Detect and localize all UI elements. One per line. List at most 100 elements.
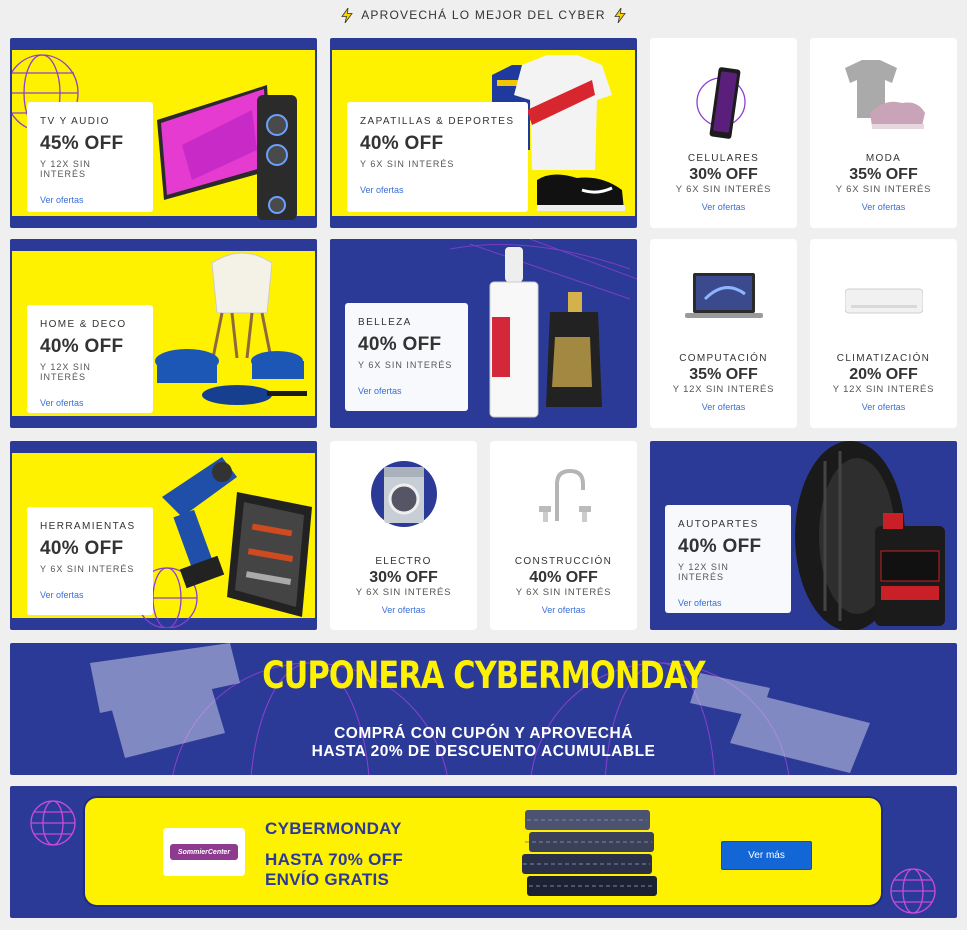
ver-ofertas-link[interactable]: Ver ofertas (542, 605, 586, 615)
installments-label: Y 12X SIN INTERÉS (678, 562, 729, 582)
discount-label: 35% OFF (849, 166, 918, 183)
faucet-image (539, 468, 591, 522)
installments-label: Y 12X SIN INTERÉS (40, 362, 91, 382)
discount-label: 20% OFF (849, 366, 918, 383)
promo-infobox: BELLEZA 40% OFF Y 6X SIN INTERÉS Ver ofe… (345, 303, 468, 411)
cuponera-line-2: HASTA 20% DE DESCUENTO ACUMULABLE (311, 743, 656, 760)
promo-content: ELECTRO 30% OFF Y 6X SIN INTERÉS Ver ofe… (330, 556, 477, 618)
ver-ofertas-link[interactable]: Ver ofertas (862, 402, 906, 412)
laptop-image (685, 273, 763, 318)
cuponera-title: CUPONERA CYBERMONDAY (262, 654, 705, 697)
cuponera-banner[interactable]: CUPONERA CYBERMONDAY COMPRÁ CON CUPÓN Y … (10, 643, 957, 775)
promo-card-belleza[interactable]: BELLEZA 40% OFF Y 6X SIN INTERÉS Ver ofe… (330, 239, 637, 428)
promo-details: HASTA 70% OFF ENVÍO GRATIS (265, 850, 403, 890)
installments-label: Y 12X SIN INTERÉS (672, 384, 775, 395)
promo-card-autopartes[interactable]: AUTOPARTES 40% OFF Y 12X SIN INTERÉS Ver… (650, 441, 957, 630)
category-label: ELECTRO (375, 556, 432, 567)
promo-infobox: HERRAMIENTAS 40% OFF Y 6X SIN INTERÉS Ve… (27, 507, 153, 615)
ver-ofertas-link[interactable]: Ver ofertas (678, 598, 722, 608)
category-label: CONSTRUCCIÓN (514, 556, 613, 567)
ver-ofertas-link[interactable]: Ver ofertas (40, 590, 84, 600)
promo-line-2: ENVÍO GRATIS (265, 870, 390, 889)
washing-machine-image (371, 461, 437, 527)
section-heading: APROVECHÁ LO MEJOR DEL CYBER (0, 6, 967, 24)
cybermonday-panel: SommierCenter CYBERMONDAY HASTA 70% OFF … (83, 796, 883, 907)
ver-mas-button[interactable]: Ver más (721, 841, 812, 870)
discount-label: 30% OFF (689, 166, 758, 183)
chair-cookware-image (155, 252, 307, 405)
installments-label: Y 6X SIN INTERÉS (675, 184, 772, 195)
ver-ofertas-link[interactable]: Ver ofertas (40, 195, 84, 205)
promo-card-zapatillas-deportes[interactable]: ZAPATILLAS & DEPORTES 40% OFF Y 6X SIN I… (330, 38, 637, 228)
discount-label: 40% OFF (358, 334, 442, 355)
tv-image (157, 85, 297, 220)
ver-ofertas-link[interactable]: Ver ofertas (862, 202, 906, 212)
promo-infobox: HOME & DECO 40% OFF Y 12X SIN INTERÉS Ve… (27, 305, 153, 413)
lightning-icon (341, 7, 354, 23)
category-label: ZAPATILLAS & DEPORTES (360, 116, 515, 127)
promo-card-computacion[interactable]: COMPUTACIÓN 35% OFF Y 12X SIN INTERÉS Ve… (650, 239, 797, 428)
category-label: COMPUTACIÓN (679, 353, 768, 364)
category-label: CELULARES (687, 153, 760, 164)
ver-ofertas-link[interactable]: Ver ofertas (358, 386, 402, 396)
globe-wireframe-icon (890, 868, 936, 914)
category-label: TV Y AUDIO (40, 116, 110, 127)
discount-label: 40% OFF (529, 569, 598, 586)
installments-label: Y 6X SIN INTERÉS (360, 159, 455, 169)
discount-label: 40% OFF (40, 538, 124, 559)
drill-toolbox-image (162, 457, 312, 617)
category-label: CLIMATIZACIÓN (836, 353, 931, 364)
ver-ofertas-link[interactable]: Ver ofertas (360, 185, 404, 195)
promo-content: CELULARES 30% OFF Y 6X SIN INTERÉS Ver o… (650, 153, 797, 215)
category-label: HOME & DECO (40, 319, 127, 330)
category-label: AUTOPARTES (678, 519, 759, 530)
cybermonday-promo-banner[interactable]: SommierCenter CYBERMONDAY HASTA 70% OFF … (10, 786, 957, 918)
discount-label: 45% OFF (40, 133, 124, 154)
installments-label: Y 6X SIN INTERÉS (515, 587, 612, 598)
promo-card-tv-audio[interactable]: TV Y AUDIO 45% OFF Y 12X SIN INTERÉS Ver… (10, 38, 317, 228)
brand-logo-text: SommierCenter (170, 844, 238, 860)
discount-label: 30% OFF (369, 569, 438, 586)
discount-label: 35% OFF (689, 366, 758, 383)
air-conditioner-image (845, 288, 923, 314)
ver-ofertas-link[interactable]: Ver ofertas (40, 398, 84, 408)
promo-card-construccion[interactable]: CONSTRUCCIÓN 40% OFF Y 6X SIN INTERÉS Ve… (490, 441, 637, 630)
ver-ofertas-link[interactable]: Ver ofertas (702, 402, 746, 412)
discount-label: 40% OFF (40, 336, 124, 357)
promo-content: CLIMATIZACIÓN 20% OFF Y 12X SIN INTERÉS … (810, 353, 957, 415)
category-label: MODA (865, 153, 902, 164)
smartphone-image (696, 67, 746, 139)
discount-label: 40% OFF (360, 133, 444, 154)
promo-infobox: ZAPATILLAS & DEPORTES 40% OFF Y 6X SIN I… (347, 102, 528, 212)
ver-ofertas-link[interactable]: Ver ofertas (702, 202, 746, 212)
promo-card-electro[interactable]: ELECTRO 30% OFF Y 6X SIN INTERÉS Ver ofe… (330, 441, 477, 630)
promo-content: COMPUTACIÓN 35% OFF Y 12X SIN INTERÉS Ve… (650, 353, 797, 415)
globe-wireframe-icon (30, 800, 76, 846)
promo-line-1: HASTA 70% OFF (265, 850, 404, 869)
cuponera-line-1: COMPRÁ CON CUPÓN Y APROVECHÁ (334, 725, 633, 742)
installments-label: Y 12X SIN INTERÉS (40, 159, 91, 179)
installments-label: Y 12X SIN INTERÉS (832, 384, 935, 395)
promo-content: MODA 35% OFF Y 6X SIN INTERÉS Ver oferta… (810, 153, 957, 215)
promo-infobox: TV Y AUDIO 45% OFF Y 12X SIN INTERÉS Ver… (27, 102, 153, 212)
section-heading-text: APROVECHÁ LO MEJOR DEL CYBER (361, 8, 606, 22)
installments-label: Y 6X SIN INTERÉS (358, 360, 453, 370)
promo-card-celulares[interactable]: CELULARES 30% OFF Y 6X SIN INTERÉS Ver o… (650, 38, 797, 228)
promo-card-herramientas[interactable]: HERRAMIENTAS 40% OFF Y 6X SIN INTERÉS Ve… (10, 441, 317, 630)
installments-label: Y 6X SIN INTERÉS (355, 587, 452, 598)
promo-card-moda[interactable]: MODA 35% OFF Y 6X SIN INTERÉS Ver oferta… (810, 38, 957, 228)
promo-infobox: AUTOPARTES 40% OFF Y 12X SIN INTERÉS Ver… (665, 505, 791, 613)
cuponera-subtitle: COMPRÁ CON CUPÓN Y APROVECHÁ HASTA 20% D… (10, 725, 957, 761)
promo-content: CONSTRUCCIÓN 40% OFF Y 6X SIN INTERÉS Ve… (490, 556, 637, 618)
sommier-center-logo: SommierCenter (163, 828, 245, 876)
promo-card-climatizacion[interactable]: CLIMATIZACIÓN 20% OFF Y 12X SIN INTERÉS … (810, 239, 957, 428)
promo-title: CYBERMONDAY (265, 819, 402, 838)
mattress-stack-image (522, 810, 657, 896)
beauty-products-image (489, 247, 602, 418)
category-label: BELLEZA (358, 317, 412, 328)
clothing-image (845, 60, 925, 129)
promo-card-home-deco[interactable]: HOME & DECO 40% OFF Y 12X SIN INTERÉS Ve… (10, 239, 317, 428)
category-label: HERRAMIENTAS (40, 521, 136, 532)
installments-label: Y 6X SIN INTERÉS (40, 564, 135, 574)
ver-ofertas-link[interactable]: Ver ofertas (382, 605, 426, 615)
